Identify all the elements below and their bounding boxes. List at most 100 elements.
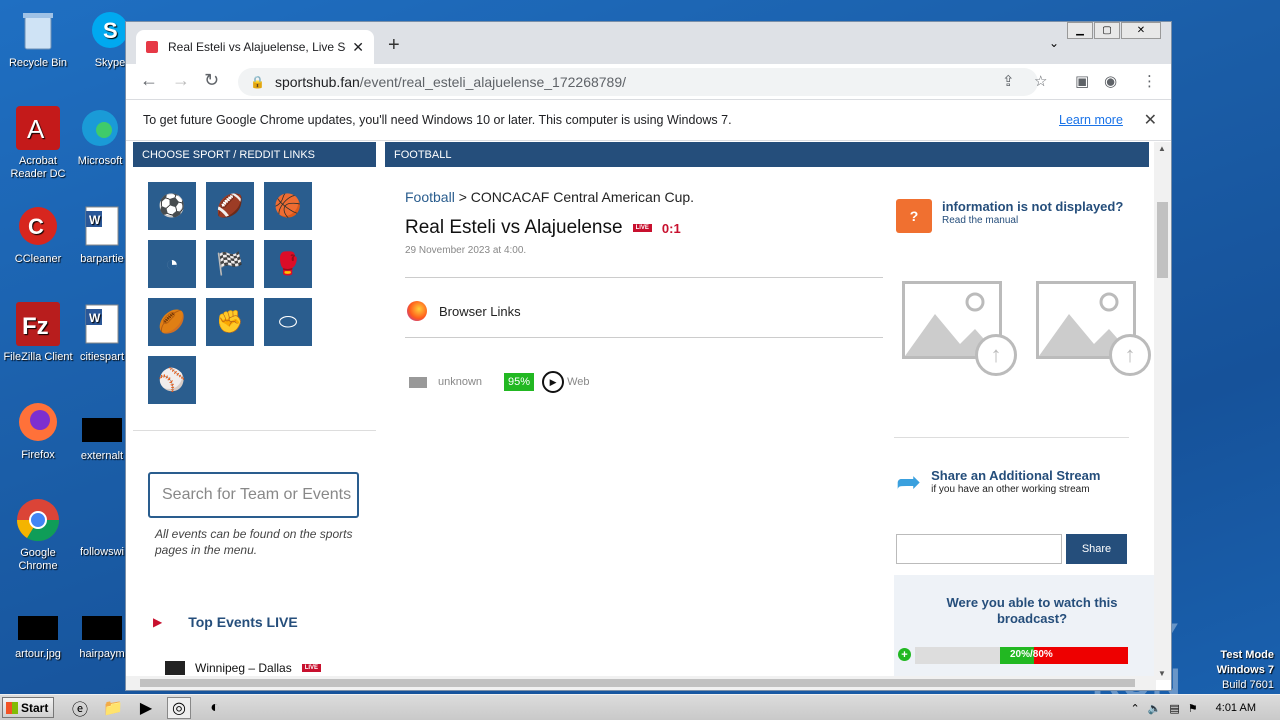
filezilla-icon: Fz <box>14 300 62 348</box>
address-bar[interactable]: 🔒 sportshub.fan /event/real_esteli_alaju… <box>238 68 1038 96</box>
right-sidebar: ? information is not displayed? Read the… <box>894 142 1154 680</box>
share-stream-input[interactable] <box>896 534 1062 564</box>
hockey-league-icon <box>165 661 185 675</box>
edge-icon <box>76 104 124 152</box>
back-icon[interactable]: ← <box>140 70 158 91</box>
recycle-bin-icon <box>14 6 62 54</box>
match-title: Real Esteli vs Alajuelense <box>405 217 623 238</box>
racing-flag-icon[interactable]: 🏁 <box>206 240 254 288</box>
play-icon[interactable]: ▶ <box>542 371 565 393</box>
event-name: Winnipeg – Dallas <box>195 661 292 675</box>
new-tab-icon[interactable]: + <box>388 34 400 57</box>
share-stream-box: ➦ Share an Additional Stream if you have… <box>896 468 1100 498</box>
system-tray: ⌃ 🔈 ▤ ⚑ 4:01 AM <box>1130 695 1280 720</box>
match-score: 0:1 <box>661 220 681 236</box>
search-input[interactable]: Search for Team or Events <box>148 472 359 518</box>
infobar-message: To get future Google Chrome updates, you… <box>143 113 732 127</box>
boxing-glove-icon[interactable]: 🥊 <box>264 240 312 288</box>
tab-active[interactable]: Real Esteli vs Alajuelense, Live Score ✕ <box>136 30 374 64</box>
start-button[interactable]: Start <box>2 697 54 718</box>
svg-text:W: W <box>89 311 101 325</box>
plus-icon[interactable]: + <box>898 648 911 661</box>
share-page-icon[interactable]: ⇪ <box>1002 72 1015 90</box>
word-document-icon: W <box>78 202 126 250</box>
scroll-thumb[interactable] <box>140 679 1135 687</box>
chrome-taskbar-icon[interactable]: ◎ <box>167 697 191 719</box>
breadcrumb: Football > CONCACAF Central American Cup… <box>405 189 694 205</box>
read-manual-link[interactable]: Read the manual <box>942 215 1123 226</box>
mma-fist-icon[interactable]: ✊ <box>206 298 254 346</box>
action-center-flag-icon[interactable]: ⚑ <box>1188 702 1198 715</box>
image-placeholder-icon[interactable]: ↑ <box>1036 281 1151 376</box>
close-infobar-icon[interactable]: ✕ <box>1144 110 1157 130</box>
share-button[interactable]: Share <box>1066 534 1127 564</box>
scroll-up-icon[interactable]: ▲ <box>1158 144 1166 153</box>
ccleaner-icon: C <box>14 202 62 250</box>
search-hint: All events can be found on the sports pa… <box>155 527 353 557</box>
choose-sport-header: CHOOSE SPORT / REDDIT LINKS <box>133 142 376 167</box>
soccer-ball-icon[interactable]: ⚽ <box>148 182 196 230</box>
stream-name: unknown <box>438 376 483 388</box>
url-host: sportshub.fan <box>274 74 360 90</box>
start-label: Start <box>21 700 49 715</box>
firefox-icon <box>14 398 62 446</box>
stream-row[interactable]: unknown 95% ▶ Web <box>409 371 590 393</box>
basketball-icon[interactable]: 🏀 <box>264 182 312 230</box>
acrobat-icon: A <box>14 104 62 152</box>
close-tab-icon[interactable]: ✕ <box>352 39 364 56</box>
tab-search-chevron-icon[interactable]: ⌄ <box>1049 36 1059 50</box>
breadcrumb-sport-link[interactable]: Football <box>405 189 455 205</box>
file-explorer-icon[interactable]: 📁 <box>101 697 125 719</box>
kebab-menu-icon[interactable]: ⋮ <box>1142 72 1157 90</box>
monitor-icon <box>409 376 427 388</box>
svg-text:A: A <box>27 114 45 144</box>
taskbar: Start ⓔ 📁 ▶ ◎ ◐ ⌃ 🔈 ▤ ⚑ 4:01 AM <box>0 694 1280 720</box>
match-date: 29 November 2023 at 4:00. <box>405 245 527 256</box>
vote-label: 20%/80% <box>1010 649 1053 660</box>
maximize-icon[interactable]: ▢ <box>1094 22 1120 39</box>
scroll-thumb[interactable] <box>1157 202 1168 278</box>
media-player-icon[interactable]: ▶ <box>134 697 158 719</box>
vote-question: Were you able to watch this broadcast? <box>946 595 1118 626</box>
clock[interactable]: 4:01 AM <box>1216 702 1256 714</box>
image-placeholder-icon[interactable]: ↑ <box>902 281 1017 376</box>
american-football-icon[interactable]: 🏈 <box>206 182 254 230</box>
live-badge: LIVE <box>301 664 322 672</box>
broadcast-vote-box: Were you able to watch this broadcast? +… <box>894 575 1154 680</box>
chrome-icon <box>14 496 62 544</box>
profile-avatar-icon[interactable]: ◉ <box>1104 72 1117 90</box>
svg-text:S: S <box>103 18 118 43</box>
bookmark-star-icon[interactable]: ☆ <box>1034 72 1047 90</box>
share-heading: Share an Additional Stream <box>931 468 1101 483</box>
internet-explorer-icon[interactable]: ⓔ <box>68 697 92 719</box>
hockey-icon[interactable]: ◔ <box>148 240 196 288</box>
sport-grid: ⚽ 🏈 🏀 ◔ 🏁 🥊 🏉 ✊ ⬭ ⚾ <box>133 167 376 404</box>
forward-icon[interactable]: → <box>172 70 190 91</box>
web-page: CHOOSE SPORT / REDDIT LINKS ⚽ 🏈 🏀 ◔ 🏁 🥊 … <box>126 142 1156 680</box>
info-heading: information is not displayed? <box>942 199 1124 214</box>
volume-icon[interactable]: 🔈 <box>1148 702 1162 715</box>
minimize-icon[interactable]: ▁ <box>1067 22 1093 39</box>
baseball-bat-icon[interactable]: ⚾ <box>148 356 196 404</box>
tray-expand-icon[interactable]: ⌃ <box>1130 702 1139 715</box>
svg-text:C: C <box>28 214 44 239</box>
vertical-scrollbar[interactable]: ▲ ▼ <box>1154 142 1171 680</box>
top-event-item[interactable]: Winnipeg – Dallas LIVE <box>165 661 322 675</box>
side-panel-icon[interactable]: ▣ <box>1075 72 1089 90</box>
edge-taskbar-icon[interactable]: ◐ <box>203 697 227 719</box>
stream-type: Web <box>567 376 590 388</box>
scroll-down-icon[interactable]: ▼ <box>1158 669 1166 678</box>
desktop-icon-recycle-bin[interactable]: Recycle Bin <box>0 6 76 70</box>
network-icon[interactable]: ▤ <box>1169 702 1179 715</box>
learn-more-link[interactable]: Learn more <box>1059 113 1123 127</box>
rugby-ball-icon[interactable]: 🏉 <box>148 298 196 346</box>
reload-icon[interactable]: ↻ <box>204 70 219 91</box>
main-content: FOOTBALL Football > CONCACAF Central Ame… <box>385 142 1154 680</box>
vote-bar: 20%/80% <box>915 647 1128 664</box>
close-window-icon[interactable]: ✕ <box>1121 22 1161 39</box>
horizontal-scrollbar[interactable] <box>126 676 1156 690</box>
top-events-heading: ▶ Top Events LIVE <box>153 614 298 630</box>
aussie-rules-icon[interactable]: ⬭ <box>264 298 312 346</box>
svg-text:Fz: Fz <box>22 313 49 340</box>
watermark-line: Build 7601 <box>1222 679 1274 691</box>
